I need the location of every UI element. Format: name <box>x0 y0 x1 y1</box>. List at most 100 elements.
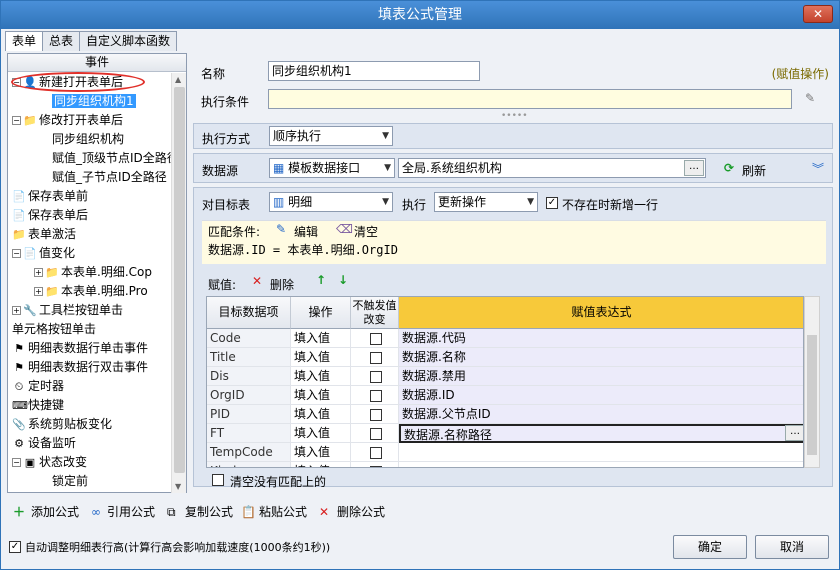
col-operation[interactable]: 操作 <box>291 297 351 329</box>
refresh-icon[interactable]: ⟳ <box>724 161 734 175</box>
grid-cell-op[interactable]: 填入值 <box>291 443 351 462</box>
tree-node[interactable]: ⚑ 明细表数据行单击事件 <box>12 339 148 358</box>
no-trigger-checkbox[interactable] <box>370 389 382 402</box>
grid-cell-item[interactable]: TempCode <box>207 443 291 462</box>
delete-formula-button[interactable]: 删除公式 <box>337 503 385 521</box>
tree-node[interactable]: 📄 保存表单后 <box>12 206 88 225</box>
grid-cell-expr[interactable]: 数据源.代码 <box>399 329 803 348</box>
no-trigger-checkbox[interactable] <box>370 408 382 421</box>
grid-cell-expr[interactable]: 数据源.名称路径 <box>399 424 803 443</box>
tree-node[interactable]: 赋值_子节点ID全路径 <box>52 168 167 187</box>
scroll-thumb[interactable] <box>174 87 185 473</box>
grid-cell-op[interactable]: 填入值 <box>291 367 351 386</box>
delete-icon[interactable]: ✕ <box>319 503 329 521</box>
grid-cell-expr[interactable]: 数据源.父节点ID <box>399 405 803 424</box>
col-no-trigger[interactable]: 不触发值改变 <box>351 297 399 329</box>
collapse-icon[interactable]: ︾ <box>812 160 824 177</box>
tree-node[interactable]: ⏲ 定时器 <box>12 377 64 396</box>
tree-node[interactable]: 赋值_顶级节点ID全路径 <box>52 149 172 168</box>
expander-icon[interactable]: − <box>12 249 21 258</box>
grid-cell-op[interactable]: 填入值 <box>291 462 351 467</box>
tree-scrollbar[interactable]: ▲ ▼ <box>171 73 186 493</box>
tab-form[interactable]: 表单 <box>5 31 44 51</box>
tree-node[interactable]: 单元格按钮单击 <box>12 320 96 339</box>
tree-node[interactable]: − ▣ 状态改变 <box>12 453 87 472</box>
grid-cell-expr[interactable] <box>399 462 803 467</box>
tree-node[interactable]: 📎 系统剪贴板变化 <box>12 415 112 434</box>
target-table-select[interactable]: ▥ 明细 ▼ <box>269 192 393 212</box>
operation-select[interactable]: 更新操作 ▼ <box>434 192 538 212</box>
ok-button[interactable]: 确定 <box>673 535 747 559</box>
exec-mode-select[interactable]: 顺序执行 ▼ <box>269 126 393 146</box>
tree-node[interactable]: − 📁 修改打开表单后 <box>12 111 123 130</box>
grid-cell-checkbox[interactable] <box>351 329 399 348</box>
copy-icon[interactable]: ⧉ <box>167 503 176 521</box>
delete-row-button[interactable]: 删除 <box>270 276 294 293</box>
no-trigger-checkbox[interactable] <box>370 370 382 383</box>
grid-cell-expr[interactable]: 数据源.名称 <box>399 348 803 367</box>
datasource-path-input[interactable]: 全局.系统组织机构… <box>398 158 706 178</box>
grid-cell-expr[interactable]: 数据源.ID <box>399 386 803 405</box>
tree-node[interactable]: 锁定前 <box>52 472 88 491</box>
no-trigger-checkbox[interactable] <box>370 465 382 467</box>
col-expression[interactable]: 赋值表达式 <box>399 297 803 329</box>
tree-node[interactable]: + 📁 本表单.明细.Cop <box>34 263 152 282</box>
add-formula-button[interactable]: 添加公式 <box>31 503 79 521</box>
no-trigger-checkbox[interactable] <box>370 446 382 459</box>
grid-cell-item[interactable]: Dis <box>207 367 291 386</box>
no-trigger-checkbox[interactable] <box>370 427 382 440</box>
datasource-type-select[interactable]: ▦ 模板数据接口 ▼ <box>269 158 395 178</box>
edit-icon[interactable]: ✎ <box>276 222 286 236</box>
clear-unmatched-checkbox[interactable] <box>212 472 224 486</box>
grid-scroll-thumb[interactable] <box>807 335 817 455</box>
tree-node[interactable]: 📄 保存表单前 <box>12 187 88 206</box>
browse-button[interactable]: … <box>684 160 704 176</box>
tree-node[interactable]: 锁定后 <box>52 491 88 493</box>
condition-input[interactable] <box>268 89 792 109</box>
expander-icon[interactable]: + <box>34 268 43 277</box>
move-down-icon[interactable]: ↓ <box>338 273 348 287</box>
grid-cell-item[interactable]: FT <box>207 424 291 443</box>
grid-cell-expr[interactable] <box>399 443 803 462</box>
paste-icon[interactable]: 📋 <box>241 503 256 521</box>
edit-button[interactable]: 编辑 <box>294 223 318 240</box>
col-target-item[interactable]: 目标数据项 <box>207 297 291 329</box>
paste-formula-button[interactable]: 粘贴公式 <box>259 503 307 521</box>
grid-cell-op[interactable]: 填入值 <box>291 386 351 405</box>
expander-icon[interactable]: − <box>12 458 21 467</box>
grid-cell-op[interactable]: 填入值 <box>291 424 351 443</box>
tree-node[interactable]: 同步组织机构 <box>52 130 124 149</box>
grid-cell-item[interactable]: Title <box>207 348 291 367</box>
grid-cell-checkbox[interactable] <box>351 443 399 462</box>
grid-cell-item[interactable]: PID <box>207 405 291 424</box>
tree-node[interactable]: ⌨快捷键 <box>12 396 64 415</box>
reference-formula-button[interactable]: 引用公式 <box>107 503 155 521</box>
grid-cell-item[interactable]: OrgID <box>207 386 291 405</box>
grid-cell-checkbox[interactable] <box>351 405 399 424</box>
grid-cell-expr[interactable]: 数据源.禁用 <box>399 367 803 386</box>
insert-checkbox[interactable]: ✓ <box>546 195 558 209</box>
grid-cell-checkbox[interactable] <box>351 367 399 386</box>
condition-picker-icon[interactable]: ✎ <box>805 91 815 105</box>
tree-node[interactable]: + 📁 本表单.明细.Pro <box>34 282 148 301</box>
grid-cell-item[interactable]: Kind <box>207 462 291 467</box>
scroll-down-icon[interactable]: ▼ <box>175 482 181 491</box>
grid-cell-op[interactable]: 填入值 <box>291 348 351 367</box>
tree-node[interactable]: ⚙ 设备监听 <box>12 434 76 453</box>
grid-cell-op[interactable]: 填入值 <box>291 405 351 424</box>
refresh-button[interactable]: 刷新 <box>742 162 766 179</box>
grid-cell-checkbox[interactable] <box>351 348 399 367</box>
grid-cell-checkbox[interactable] <box>351 462 399 467</box>
no-trigger-checkbox[interactable] <box>370 332 382 345</box>
name-input[interactable]: 同步组织机构1 <box>268 61 480 81</box>
tree-node[interactable]: ⚑ 明细表数据行双击事件 <box>12 358 148 377</box>
grid-cell-checkbox[interactable] <box>351 424 399 443</box>
link-icon[interactable]: ∞ <box>91 503 101 521</box>
tree-node[interactable]: 同步组织机构1 <box>52 92 136 111</box>
grid-cell-checkbox[interactable] <box>351 386 399 405</box>
move-up-icon[interactable]: ↑ <box>316 273 326 287</box>
tree-node[interactable]: − 📄 值变化 <box>12 244 75 263</box>
cancel-button[interactable]: 取消 <box>755 535 829 559</box>
autoheight-checkbox[interactable]: ✓ <box>9 539 21 553</box>
copy-formula-button[interactable]: 复制公式 <box>185 503 233 521</box>
